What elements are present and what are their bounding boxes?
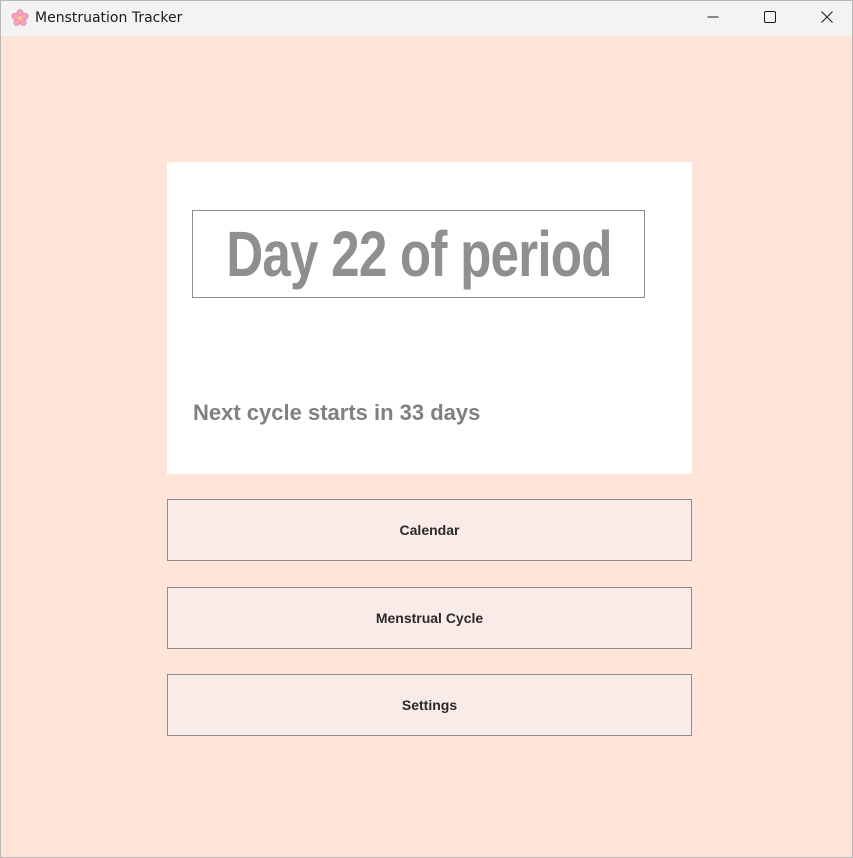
settings-button[interactable]: Settings [167,674,692,736]
maximize-button[interactable] [742,1,798,36]
next-cycle-label: Next cycle starts in 33 days [193,400,481,425]
calendar-button[interactable]: Calendar [167,499,692,561]
period-day-display: Day 22 of period [192,210,645,298]
menstrual-cycle-button[interactable]: Menstrual Cycle [167,587,692,649]
window-title: Menstruation Tracker [35,10,183,26]
minimize-icon [707,10,719,28]
cherry-blossom-icon [11,9,29,27]
close-icon [821,10,833,28]
close-button[interactable] [799,1,852,36]
title-bar[interactable]: Menstruation Tracker [1,1,852,36]
maximize-icon [764,10,776,28]
period-day-label: Day 22 of period [225,218,612,290]
minimize-button[interactable] [685,1,741,36]
app-window: Menstruation Tracker Day 22 of period Ne… [0,0,853,858]
status-card: Day 22 of period Next cycle starts in 33… [167,162,692,474]
